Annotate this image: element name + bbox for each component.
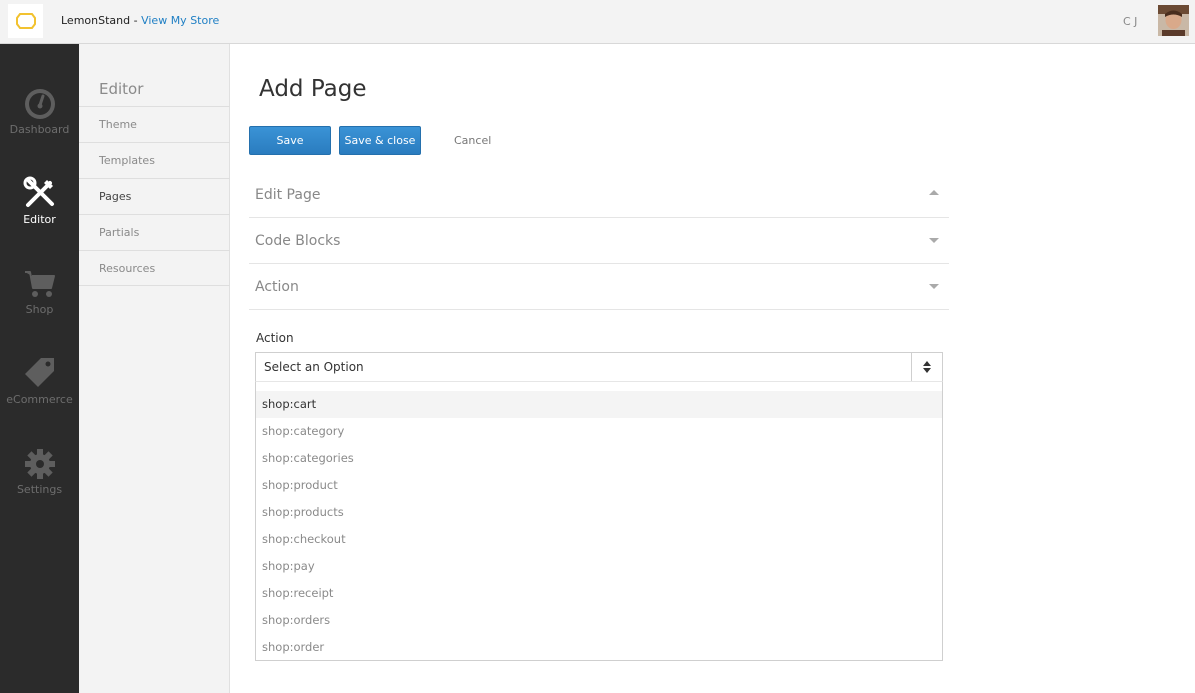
chevron-down-icon (929, 238, 939, 243)
view-my-store-link[interactable]: View My Store (141, 14, 219, 27)
subnav-item-resources[interactable]: Resources (79, 250, 230, 286)
nav-label: Settings (16, 483, 63, 496)
nav-dashboard[interactable]: Dashboard (0, 80, 79, 160)
top-bar: LemonStand - View My Store C J (0, 0, 1195, 44)
main-content: Add Page Save Save & close Cancel Edit P… (230, 44, 1195, 693)
nav-ecommerce[interactable]: eCommerce (0, 350, 79, 430)
chevron-up-icon (929, 190, 939, 195)
subnav-item-pages[interactable]: Pages (79, 178, 230, 214)
shopping-cart-icon (0, 260, 79, 300)
section-label: Edit Page (255, 187, 321, 203)
option-item[interactable]: shop:product (256, 472, 942, 499)
action-options-dropdown: shop:cart shop:category shop:categories … (255, 381, 943, 661)
option-item[interactable]: shop:products (256, 499, 942, 526)
option-item[interactable]: shop:orders (256, 607, 942, 634)
user-photo-icon (1158, 5, 1189, 36)
select-value: Select an Option (264, 360, 364, 374)
subnav-list: Theme Templates Pages Partials Resources (79, 106, 230, 286)
subnav-item-theme[interactable]: Theme (79, 106, 230, 142)
price-tag-icon (0, 350, 79, 390)
section-label: Action (255, 279, 299, 295)
avatar[interactable] (1158, 5, 1189, 36)
nav-label: eCommerce (6, 393, 73, 406)
nav-shop[interactable]: Shop (0, 260, 79, 340)
store-title: LemonStand - View My Store (61, 14, 219, 27)
save-button[interactable]: Save (249, 126, 331, 155)
subnav-item-templates[interactable]: Templates (79, 142, 230, 178)
nav-label: Shop (25, 303, 54, 316)
option-item[interactable]: shop:categories (256, 445, 942, 472)
nav-label: Dashboard (9, 123, 70, 136)
save-close-button[interactable]: Save & close (339, 126, 421, 155)
title-separator: - (130, 14, 142, 27)
section-edit-page[interactable]: Edit Page (249, 172, 949, 218)
action-field-label: Action (256, 331, 294, 345)
page-title: Add Page (259, 76, 367, 102)
editor-tools-icon (0, 170, 79, 210)
main-navigation: Dashboard Editor Shop eCommerce Settings (0, 44, 79, 693)
option-item[interactable]: shop:pay (256, 553, 942, 580)
option-item[interactable]: shop:order (256, 634, 942, 661)
option-item[interactable]: shop:checkout (256, 526, 942, 553)
user-initials[interactable]: C J (1123, 15, 1137, 28)
lemonstand-logo[interactable] (8, 4, 43, 38)
section-label: Code Blocks (255, 233, 341, 249)
nav-editor[interactable]: Editor (0, 170, 79, 250)
options-list: shop:cart shop:category shop:categories … (256, 391, 942, 661)
action-select[interactable]: Select an Option (255, 352, 943, 381)
gear-icon (0, 440, 79, 480)
nav-settings[interactable]: Settings (0, 440, 79, 520)
option-item[interactable]: shop:cart (256, 391, 942, 418)
subnav-item-partials[interactable]: Partials (79, 214, 230, 250)
chevron-down-icon (929, 284, 939, 289)
lemon-logo-icon (15, 13, 36, 29)
option-item[interactable]: shop:category (256, 418, 942, 445)
select-arrows-icon[interactable] (911, 353, 942, 381)
subnav-title: Editor (99, 80, 144, 98)
store-name: LemonStand (61, 14, 131, 27)
dashboard-gauge-icon (0, 80, 79, 120)
editor-subnav: Editor Theme Templates Pages Partials Re… (79, 44, 230, 693)
section-code-blocks[interactable]: Code Blocks (249, 218, 949, 264)
section-action[interactable]: Action (249, 264, 949, 310)
option-item[interactable]: shop:receipt (256, 580, 942, 607)
cancel-link[interactable]: Cancel (454, 134, 491, 147)
nav-label: Editor (23, 213, 56, 226)
